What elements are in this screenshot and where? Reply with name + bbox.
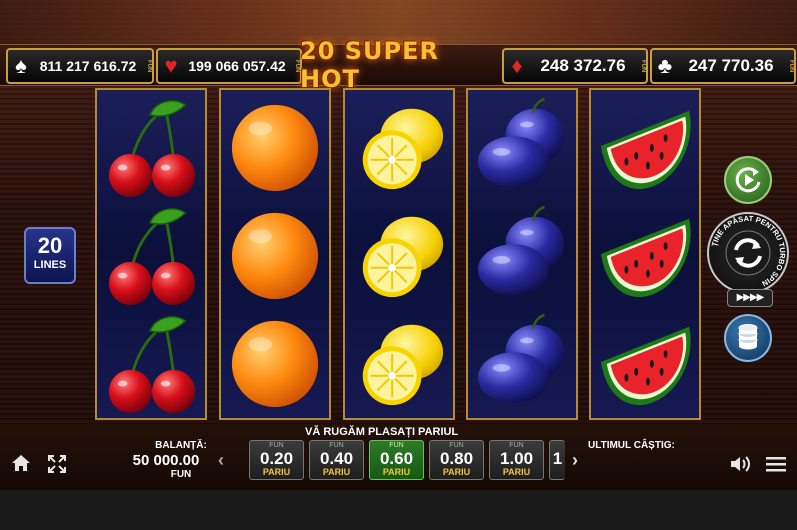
lemon-symbol [361,215,445,299]
reel-1 [95,88,207,420]
plum-symbol [476,313,566,405]
autoplay-icon [735,167,761,193]
reel-3 [343,88,455,420]
autoplay-button[interactable] [724,156,772,204]
bet-label: PARIU [502,467,531,477]
cherry-symbol [107,315,197,414]
balance-label: BALANȚĂ: [155,440,207,451]
bet-option-0.20[interactable]: FUN 0.20 PARIU [249,440,304,480]
balance-unit: FUN [170,469,192,480]
heart-icon: ♥ [164,53,178,78]
bet-label: PARIU [382,467,411,477]
club-icon: ♣ [657,53,673,78]
orange-symbol [231,320,319,408]
plum-symbol [476,205,566,297]
bottom-strip [0,490,797,530]
jackpot-fun-label: FUN [788,59,794,73]
bet-value: 0.60 [379,449,414,468]
lemon-symbol [361,107,445,191]
lines-label: LINES [33,259,67,271]
cherry-symbol [107,207,197,306]
speed-arrows-icon: ▶▶▶▶ [736,292,765,303]
jackpot-value: 248 372.76 [540,56,626,75]
bet-label: PARIU [322,467,351,477]
watermelon-symbol [600,110,691,190]
bet-label: PARIU [442,467,471,477]
spin-ring: ȚINE APĂSAT PENTRU TURBO SPIN [710,214,787,288]
jackpot-fun-label: FUN [146,59,152,73]
jackpot-heart: ♥ 199 066 057.42 FUN [156,48,302,84]
bet-value: 0.80 [439,449,474,468]
reel-2 [219,88,331,420]
bet-option-0.60[interactable]: FUN 0.60 PARIU [369,440,424,480]
bet-value: 0.20 [259,449,294,468]
jackpot-club: ♣ 247 770.36 FUN [650,48,796,84]
game-logo: 20 SUPER HOT [300,37,439,93]
lemon-symbol [361,323,445,407]
jackpot-fun-label: FUN [294,59,300,73]
reel-5 [589,88,701,420]
jackpot-value: 811 217 616.72 [39,58,137,74]
jackpot-value: 199 066 057.42 [188,58,286,74]
lines-number: 20 [37,233,63,258]
plum-symbol [476,97,566,189]
watermelon-symbol [600,326,691,406]
bet-option-0.40[interactable]: FUN 0.40 PARIU [309,440,364,480]
watermelon-symbol [600,218,691,298]
last-win-label: ULTIMUL CÂȘTIG: [588,440,675,451]
bet-option-partial[interactable]: 1 [549,440,565,480]
speed-button[interactable]: ▶▶▶▶ [727,289,773,307]
bet-option-0.80[interactable]: FUN 0.80 PARIU [429,440,484,480]
orange-symbol [231,212,319,300]
bet-option-1.00[interactable]: FUN 1.00 PARIU [489,440,544,480]
spin-button[interactable]: ȚINE APĂSAT PENTRU TURBO SPIN [707,212,789,294]
jackpot-fun-label: FUN [640,59,646,73]
lines-indicator: 20 LINES [24,227,76,284]
menu-icon[interactable] [765,455,787,473]
balance-value: 50 000.00 [132,452,200,469]
bets-next-arrow[interactable]: › [572,450,578,471]
diamond-icon: ♦ [511,53,523,78]
bets-prev-arrow[interactable]: ‹ [218,450,224,471]
jackpot-diamond: ♦ 248 372.76 FUN [502,48,648,84]
place-bet-prompt: VĂ RUGĂM PLASAȚI PARIUL [305,426,459,438]
cherry-symbol [107,99,197,198]
jackpot-value: 247 770.36 [688,56,774,75]
spade-icon: ♠ [15,53,27,78]
bet-value: 1.00 [499,449,534,468]
fullscreen-icon[interactable] [48,455,66,473]
orange-symbol [231,104,319,192]
sound-icon[interactable] [729,454,751,474]
home-icon[interactable] [10,453,32,473]
coins-button[interactable] [724,314,772,362]
bet-value: 0.40 [319,449,354,468]
jackpot-spade: ♠ 811 217 616.72 FUN [6,48,154,84]
bet-label: PARIU [262,467,291,477]
coins-icon [738,324,758,350]
bet-value: 1 [552,449,563,468]
reel-4 [466,88,578,420]
